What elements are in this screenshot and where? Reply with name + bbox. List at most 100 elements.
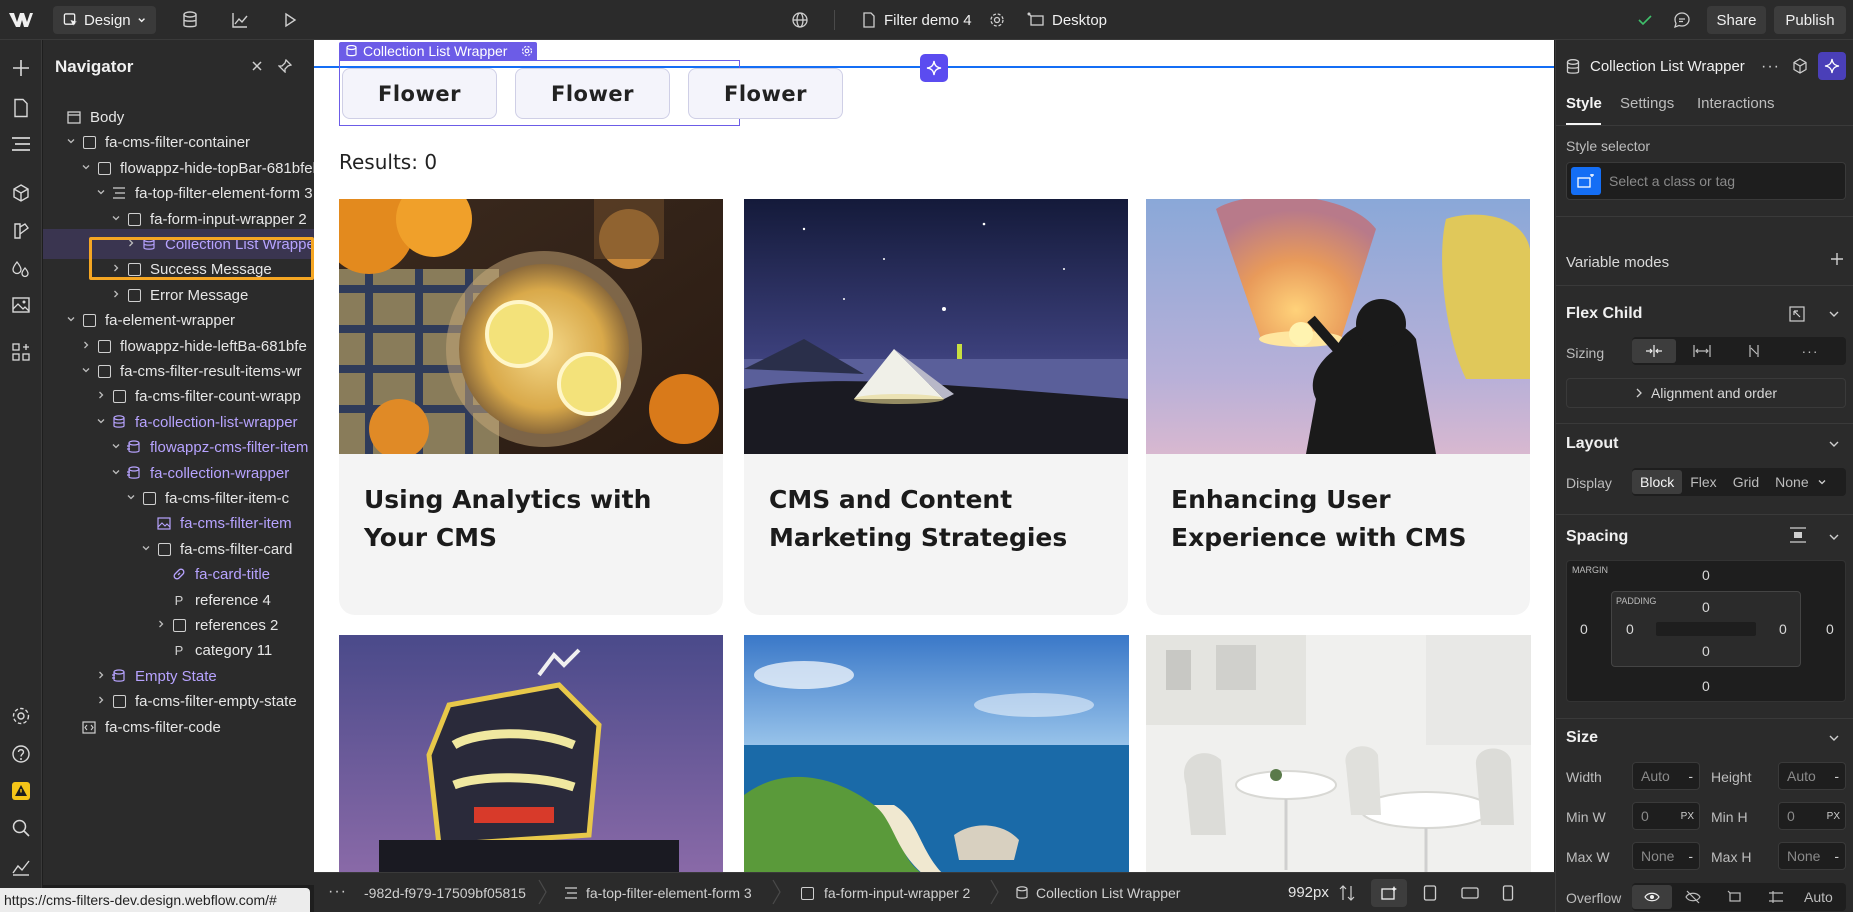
pages-icon[interactable] [9,96,33,120]
overflow-visible-eye-icon[interactable] [1632,885,1672,909]
size-heading[interactable]: Size [1566,729,1598,747]
chevron-down-icon[interactable] [81,162,93,174]
cms-database-icon[interactable] [178,8,202,32]
chevron-right-icon[interactable] [96,695,108,707]
width-unit[interactable]: - [1688,768,1693,784]
overflow-auto-option[interactable]: Auto [1796,885,1841,909]
padding-top-value[interactable]: 0 [1702,599,1710,615]
chevron-right-icon[interactable] [81,340,93,352]
close-icon[interactable] [247,56,267,76]
publish-button[interactable]: Publish [1774,6,1846,34]
breadcrumb-item-id[interactable]: -982d-f979-17509bf05815 [364,885,526,901]
add-elements-plus-icon[interactable] [9,56,33,80]
sizing-none-option[interactable] [1728,339,1780,363]
breadcrumb-item-collection[interactable]: Collection List Wrapper [1016,885,1180,901]
tab-interactions[interactable]: Interactions [1697,95,1775,112]
tab-settings[interactable]: Settings [1620,95,1674,112]
settings-gear-icon[interactable] [9,704,33,728]
flex-child-collapse-chevron-icon[interactable] [1828,308,1840,320]
more-options-icon[interactable]: ··· [1761,58,1780,76]
navigator-row[interactable]: fa-cms-filter-code [43,712,314,742]
layout-collapse-chevron-icon[interactable] [1828,438,1840,450]
padding-bottom-value[interactable]: 0 [1702,643,1710,659]
chevron-down-icon[interactable] [111,467,123,479]
design-canvas[interactable]: Collection List Wrapper Flower Flower Fl… [314,40,1554,872]
display-flex-option[interactable]: Flex [1682,470,1724,494]
padding-right-value[interactable]: 0 [1779,621,1787,637]
analytics-chart-icon[interactable] [228,8,252,32]
spacing-preset-icon[interactable] [1789,527,1807,543]
ai-sparkle-icon[interactable] [1818,52,1846,80]
min-width-unit[interactable]: PX [1681,811,1694,822]
chevron-down-icon[interactable] [111,213,123,225]
tab-style[interactable]: Style [1566,95,1602,112]
chevron-down-icon[interactable] [111,441,123,453]
overflow-hidden-eye-off-icon[interactable] [1672,885,1714,909]
display-block-option[interactable]: Block [1632,470,1683,494]
card-title[interactable]: CMS and Content Marketing Strategies [769,481,1109,557]
page-selector[interactable]: Filter demo 4 [862,8,972,32]
sizing-more-icon[interactable]: ··· [1780,339,1840,363]
filter-flower-button[interactable]: Flower [515,68,670,119]
breadcrumb-item-wrapper[interactable]: fa-form-input-wrapper 2 [801,885,970,901]
variables-drops-icon[interactable] [9,257,33,281]
assets-image-icon[interactable] [9,293,33,317]
tablet-breakpoint-icon[interactable] [1418,881,1442,905]
padding-left-value[interactable]: 0 [1626,621,1634,637]
canvas-width-value[interactable]: 992px [1288,884,1329,901]
chevron-down-icon[interactable] [81,365,93,377]
width-input[interactable]: Auto - [1632,762,1700,790]
chevron-right-icon[interactable] [111,263,123,275]
card-title[interactable]: Using Analytics with Your CMS [364,481,704,557]
size-collapse-chevron-icon[interactable] [1828,732,1840,744]
chevron-right-icon[interactable] [126,238,138,250]
blog-card[interactable]: Using Analytics with Your CMS [339,199,723,615]
chevron-right-icon[interactable] [96,390,108,402]
pin-icon[interactable] [275,56,295,76]
selection-settings-gear-icon[interactable] [521,45,533,57]
help-question-icon[interactable] [9,742,33,766]
filter-flower-button[interactable]: Flower [688,68,843,119]
components-cube-icon[interactable] [9,181,33,205]
max-height-unit[interactable]: - [1834,848,1839,864]
blog-card[interactable]: CMS and Content Marketing Strategies [744,199,1128,615]
breakpoint-selector[interactable]: Desktop [1027,8,1107,32]
desktop-breakpoint-button[interactable] [1371,879,1407,907]
component-icon[interactable] [1790,56,1810,76]
selection-tag[interactable]: Collection List Wrapper [339,42,538,60]
chevron-right-icon[interactable] [156,619,168,631]
max-width-unit[interactable]: - [1688,848,1693,864]
display-none-option[interactable]: None [1767,470,1816,494]
layout-heading[interactable]: Layout [1566,435,1618,453]
style-panel-icon[interactable] [9,219,33,243]
overflow-scroll-icon[interactable] [1714,885,1756,909]
globe-icon[interactable] [788,8,812,32]
min-height-unit[interactable]: PX [1827,811,1840,822]
filter-flower-button[interactable]: Flower [342,68,497,119]
mobile-portrait-breakpoint-icon[interactable] [1496,881,1520,905]
search-icon[interactable] [9,816,33,840]
page-settings-gear-icon[interactable] [985,8,1009,32]
margin-box[interactable]: MARGIN 0 0 0 0 PADDING 0 0 0 0 [1566,560,1846,702]
chevron-down-icon[interactable] [1817,477,1827,487]
webflow-logo-icon[interactable] [8,8,34,32]
margin-left-value[interactable]: 0 [1580,621,1588,637]
add-variable-mode-plus-icon[interactable] [1830,252,1844,266]
display-grid-option[interactable]: Grid [1725,470,1767,494]
sizing-shrink-option[interactable] [1632,339,1676,363]
chevron-right-icon[interactable] [111,289,123,301]
mobile-landscape-breakpoint-icon[interactable] [1458,881,1482,905]
min-width-input[interactable]: 0 PX [1632,802,1700,830]
share-button[interactable]: Share [1707,6,1766,34]
chevron-down-icon[interactable] [96,416,108,428]
navigator-layers-icon[interactable] [9,132,33,156]
design-mode-button[interactable]: Design [53,6,156,34]
preview-play-icon[interactable] [278,8,302,32]
audit-icon[interactable] [9,855,33,879]
style-selector-input[interactable]: Select a class or tag [1566,162,1846,200]
blog-card[interactable]: Enhancing User Experience with CMS [1146,199,1530,615]
padding-box[interactable]: PADDING 0 0 0 0 [1611,591,1801,667]
margin-top-value[interactable]: 0 [1702,567,1710,583]
apps-grid-icon[interactable] [9,340,33,364]
breadcrumb-more-icon[interactable]: ··· [328,883,347,901]
